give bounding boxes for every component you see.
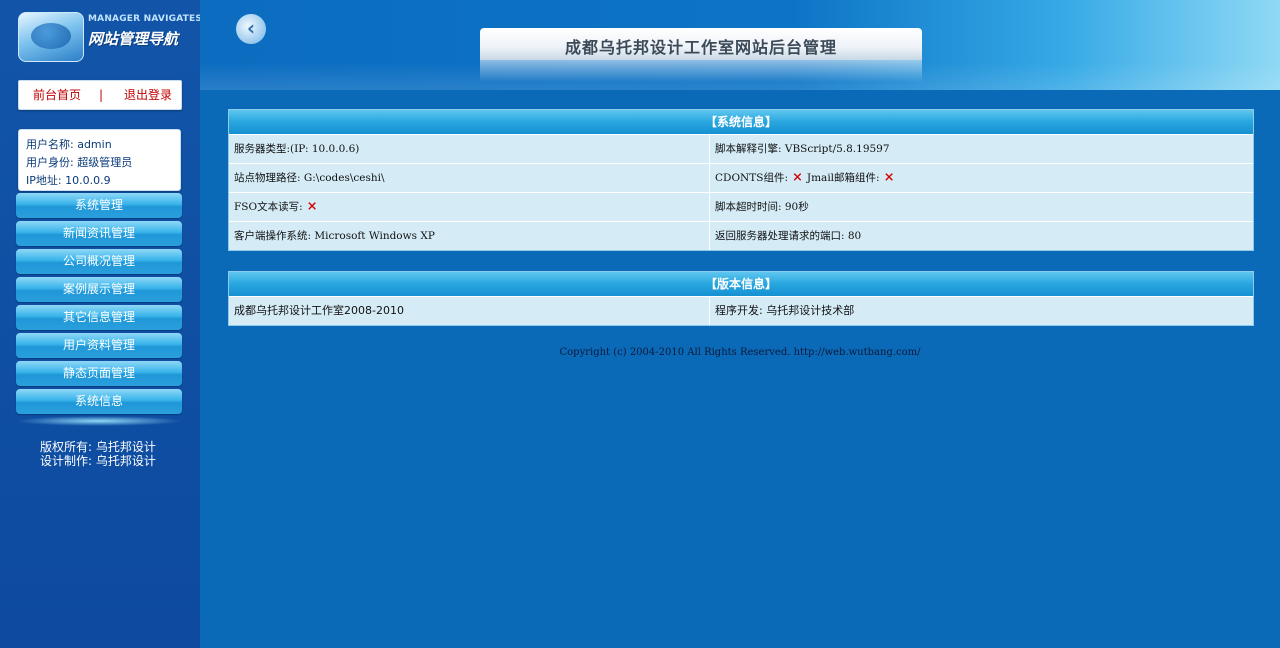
user-name: 用户名称: admin	[26, 138, 112, 151]
copyright-design: 设计制作: 乌托邦设计	[40, 454, 156, 468]
sidebar-menu: 系统管理 新闻资讯管理 公司概况管理 案例展示管理 其它信息管理 用户资料管理 …	[16, 193, 182, 414]
header-banner: ‹ 成都乌托邦设计工作室网站后台管理	[200, 0, 1280, 90]
site-path: 站点物理路径: G:\codes\ceshi\	[229, 164, 710, 192]
components-cell: CDONTS组件: × Jmail邮箱组件: ×	[710, 164, 1253, 192]
sidebar: MANAGER NAVIGATES 网站管理导航 前台首页 | 退出登录 用户名…	[0, 0, 202, 648]
copyright-owner: 版权所有: 乌托邦设计	[40, 440, 156, 454]
table-row: 客户端操作系统: Microsoft Windows XP 返回服务器处理请求的…	[229, 221, 1253, 250]
menu-item-user-management[interactable]: 用户资料管理	[16, 333, 182, 358]
cross-icon: ×	[306, 199, 318, 214]
version-info-heading: 【版本信息】	[229, 272, 1253, 296]
logo-chinese-text: 网站管理导航	[88, 30, 179, 48]
user-info-box: 用户名称: admin 用户身份: 超级管理员 IP地址: 10.0.0.9	[18, 129, 181, 191]
footer-copyright: Copyright (c) 2004-2010 All Rights Reser…	[559, 347, 921, 358]
user-ip: IP地址: 10.0.0.9	[26, 174, 111, 187]
logout-link[interactable]: 退出登录	[124, 81, 172, 109]
title-bar: 成都乌托邦设计工作室网站后台管理	[480, 28, 922, 60]
client-os: 客户端操作系统: Microsoft Windows XP	[229, 222, 710, 250]
version-info-panel: 【版本信息】 成都乌托邦设计工作室2008-2010 程序开发: 乌托邦设计技术…	[228, 271, 1254, 326]
fso-cell: FSO文本读写: ×	[229, 193, 710, 221]
page-title: 成都乌托邦设计工作室网站后台管理	[564, 38, 837, 57]
quick-links: 前台首页 | 退出登录	[18, 80, 182, 110]
site-logo: MANAGER NAVIGATES 网站管理导航	[18, 10, 202, 62]
jmail-label: Jmail邮箱组件:	[806, 172, 880, 184]
menu-item-other-info-management[interactable]: 其它信息管理	[16, 305, 182, 330]
table-row: 服务器类型:(IP: 10.0.0.6) 脚本解释引擎: VBScript/5.…	[229, 134, 1253, 163]
title-reflection	[480, 60, 922, 82]
menu-item-system-info[interactable]: 系统信息	[16, 389, 182, 414]
version-developer: 程序开发: 乌托邦设计技术部	[710, 297, 1253, 325]
home-link[interactable]: 前台首页	[33, 81, 81, 109]
cdonts-label: CDONTS组件:	[715, 172, 788, 184]
table-row: FSO文本读写: × 脚本超时时间: 90秒	[229, 192, 1253, 221]
cross-icon: ×	[791, 170, 803, 185]
script-engine: 脚本解释引擎: VBScript/5.8.19597	[710, 135, 1253, 163]
table-row: 站点物理路径: G:\codes\ceshi\ CDONTS组件: × Jmail邮…	[229, 163, 1253, 192]
menu-item-cases-management[interactable]: 案例展示管理	[16, 277, 182, 302]
menu-item-static-pages-management[interactable]: 静态页面管理	[16, 361, 182, 386]
link-separator: |	[99, 88, 104, 102]
menu-item-news-management[interactable]: 新闻资讯管理	[16, 221, 182, 246]
table-row: 成都乌托邦设计工作室2008-2010 程序开发: 乌托邦设计技术部	[229, 296, 1253, 325]
menu-divider	[16, 416, 182, 426]
logo-english-text: MANAGER NAVIGATES	[88, 14, 203, 24]
back-arrow-icon[interactable]: ‹	[236, 14, 266, 44]
fso-label: FSO文本读写:	[234, 201, 303, 213]
globe-icon	[18, 12, 84, 62]
user-role: 用户身份: 超级管理员	[26, 156, 133, 169]
menu-item-company-management[interactable]: 公司概况管理	[16, 249, 182, 274]
system-info-panel: 【系统信息】 服务器类型:(IP: 10.0.0.6) 脚本解释引擎: VBSc…	[228, 109, 1254, 251]
menu-item-system-management[interactable]: 系统管理	[16, 193, 182, 218]
system-info-heading: 【系统信息】	[229, 110, 1253, 134]
sidebar-copyright: 版权所有: 乌托邦设计 设计制作: 乌托邦设计	[40, 440, 156, 468]
server-port: 返回服务器处理请求的端口: 80	[710, 222, 1253, 250]
server-type: 服务器类型:(IP: 10.0.0.6)	[229, 135, 710, 163]
version-studio: 成都乌托邦设计工作室2008-2010	[229, 297, 710, 325]
script-timeout: 脚本超时时间: 90秒	[710, 193, 1253, 221]
cross-icon: ×	[883, 170, 895, 185]
